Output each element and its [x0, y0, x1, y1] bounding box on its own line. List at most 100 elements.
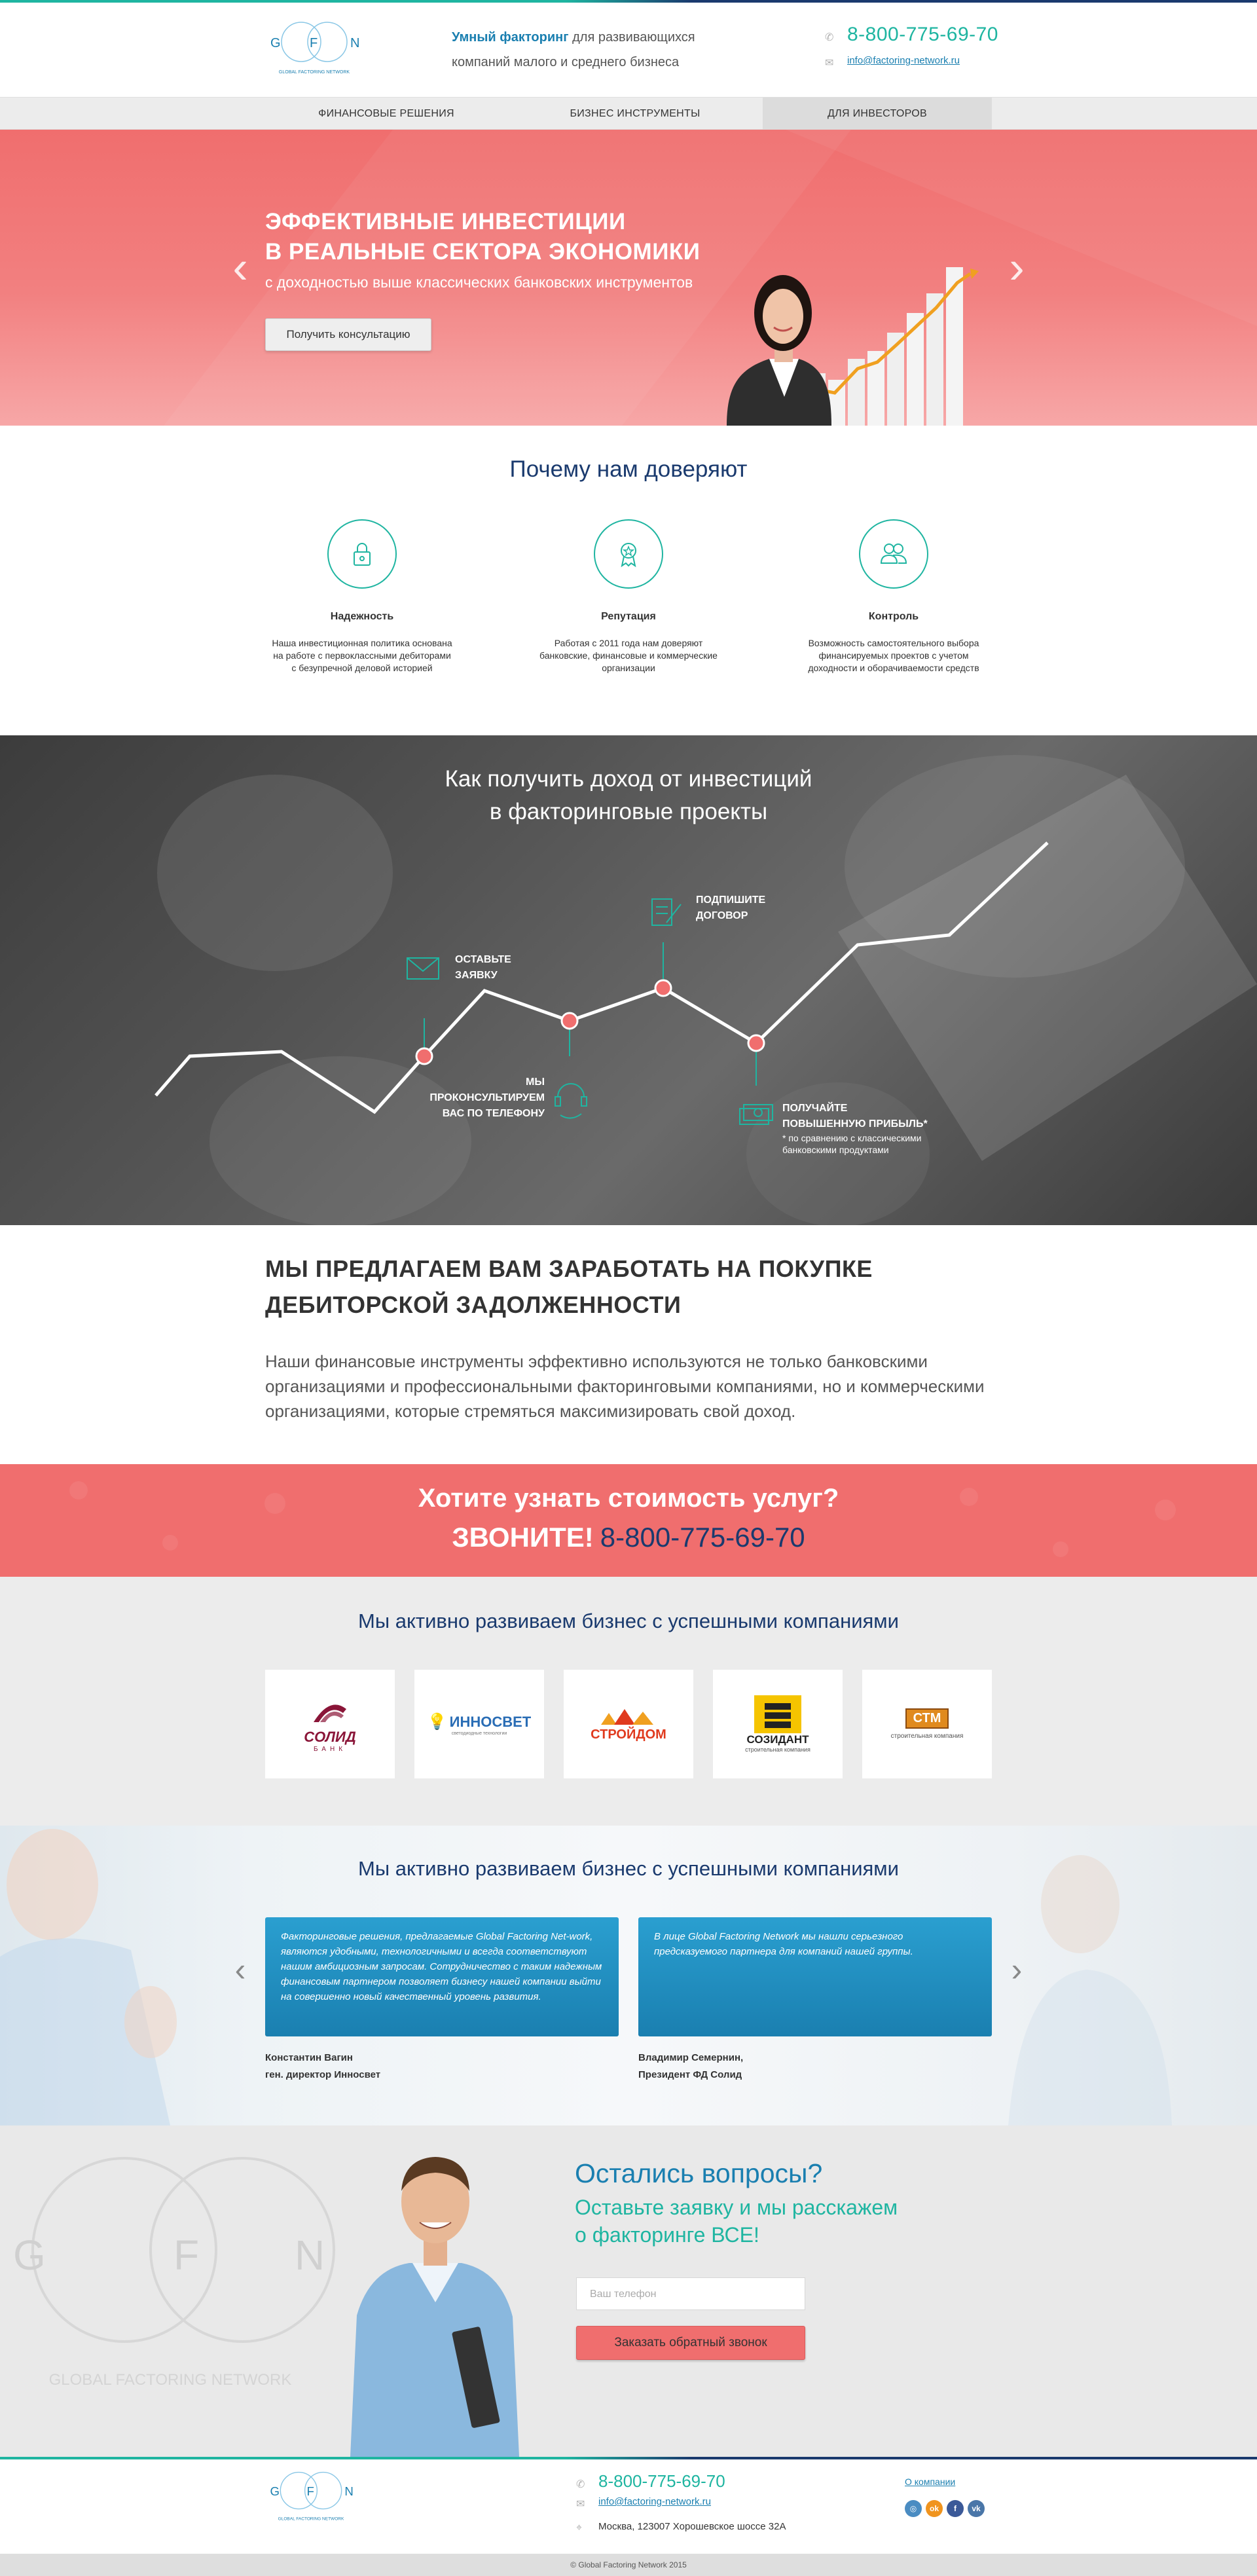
call-word: ЗВОНИТЕ! [452, 1522, 594, 1553]
offer-title-line2: ДЕБИТОРСКОЙ ЗАДОЛЖЕННОСТИ [265, 1291, 682, 1318]
how-it-works-section: Как получить доход от инвестиций в факто… [0, 735, 1257, 1225]
partner-sub-stm: строительная компания [890, 1733, 964, 1740]
partner-card-stm[interactable]: СТМ строительная компания [862, 1670, 992, 1778]
facebook-icon[interactable]: f [947, 2500, 964, 2517]
feature-reliability: Надежность Наша инвестиционная политика … [270, 519, 454, 674]
contract-sign-icon [651, 898, 682, 926]
feature-control-text: Возможность самостоятельного выбора фина… [808, 638, 979, 673]
steps-line-graphic [155, 841, 1049, 1125]
step1-line1: ОСТАВЬТЕ [455, 954, 511, 965]
reviews-prev-arrow[interactable]: ‹ [230, 1943, 250, 1996]
partner-name-innosvet: ИННОСВЕТ [449, 1713, 532, 1730]
review-author-1-role: ген. директор Инносвет [265, 2069, 381, 2080]
review-author-1-name: Константин Вагин [265, 2052, 353, 2063]
step4-note-line2: банковскими продуктами [782, 1145, 889, 1155]
header-phone[interactable]: ✆ 8-800-775-69-70 [825, 24, 998, 46]
tagline-line2: компаний малого и среднего бизнеса [452, 55, 680, 69]
bg-letter-g: G [13, 2232, 46, 2279]
trust-title: Почему нам доверяют [509, 456, 748, 482]
call-line: ЗВОНИТЕ! 8-800-775-69-70 [0, 1522, 1257, 1553]
step3-line1: ПОДПИШИТЕ [696, 894, 766, 906]
phone-icon: ✆ [825, 32, 834, 44]
logo-graphic: G F N GLOBAL FACTORING NETWORK [270, 22, 359, 75]
envelope-icon [407, 957, 439, 980]
step4-line1: ПОЛУЧАЙТЕ [782, 1103, 848, 1114]
header-email[interactable]: ✉ info@factoring-network.ru [825, 55, 960, 69]
nav-item-for-investors[interactable]: ДЛЯ ИНВЕСТОРОВ [763, 98, 992, 130]
call-banner: Хотите узнать стоимость услуг? ЗВОНИТЕ! 8… [0, 1464, 1257, 1577]
instagram-icon[interactable]: ◎ [905, 2500, 922, 2517]
nav-item-business-tools[interactable]: БИЗНЕС ИНСТРУМЕНТЫ [507, 98, 763, 130]
hero-next-arrow[interactable]: › [1007, 241, 1027, 293]
bg-letter-f: F [173, 2232, 199, 2279]
step2-line3: ВАС ПО ТЕЛЕФОНУ [442, 1108, 545, 1119]
footer-logo-letter-g: G [270, 2484, 280, 2498]
partner-name-solid: СОЛИД [304, 1728, 356, 1745]
reviews-next-arrow[interactable]: › [1007, 1943, 1027, 1996]
callback-button[interactable]: Заказать обратный звонок [576, 2326, 805, 2360]
contact-sub-line2a: о факторинге [575, 2223, 712, 2247]
main-nav: ФИНАНСОВЫЕ РЕШЕНИЯ БИЗНЕС ИНСТРУМЕНТЫ ДЛ… [0, 97, 1257, 130]
step1-line2: ЗАЯВКУ [455, 970, 498, 981]
partner-card-innosvet[interactable]: 💡 ИННОСВЕТ светодиодные технологии [414, 1670, 544, 1778]
partner-name-stroydom: СТРОЙДОМ [591, 1727, 666, 1742]
step2-line2: ПРОКОНСУЛЬТИРУЕМ [429, 1092, 545, 1103]
partner-name-stm: СТМ [905, 1708, 949, 1729]
partner-card-stroydom[interactable]: СТРОЙДОМ [564, 1670, 693, 1778]
footer-email-text: info@factoring-network.ru [598, 2496, 711, 2507]
consultation-button[interactable]: Получить консультацию [265, 318, 431, 351]
call-bg-pattern [69, 1481, 1176, 1557]
award-icon [594, 519, 663, 589]
step2-line1: МЫ [526, 1076, 545, 1088]
footer-phone-icon: ✆ [576, 2479, 585, 2491]
logo-letter-g: G [270, 36, 281, 50]
headset-icon [555, 1083, 587, 1119]
hero-prev-arrow[interactable]: ‹ [230, 241, 250, 293]
phone-input[interactable]: Ваш телефон [576, 2277, 805, 2310]
footer-phone-main: 775-69-70 [647, 2471, 725, 2491]
review-author-2-name: Владимир Семернин, [638, 2052, 744, 2063]
footer-accent-line [0, 2457, 1257, 2459]
partner-card-sozidant[interactable]: СОЗИДАНТ строительная компания [713, 1670, 843, 1778]
hero-illustration [727, 267, 979, 426]
review-author-2: Владимир Семернин, Президент ФД Солид [638, 2050, 743, 2084]
partner-sub-solid: БАНК [313, 1745, 347, 1753]
contact-sub-line2b: ВСЕ! [711, 2223, 759, 2247]
call-phone[interactable]: 8-800-775-69-70 [600, 1522, 805, 1553]
odnoklassniki-icon[interactable]: ok [926, 2500, 943, 2517]
solid-logo-icon [314, 1704, 346, 1722]
bg-letter-n: N [295, 2232, 325, 2279]
offer-text: Наши финансовые инструменты эффективно и… [265, 1352, 985, 1421]
feature-reputation: Репутация Работая с 2011 года нам доверя… [537, 519, 720, 674]
sozidant-logo-icon [754, 1695, 801, 1733]
people-icon [859, 519, 928, 589]
nav-item-financial-solutions[interactable]: ФИНАНСОВЫЕ РЕШЕНИЯ [265, 98, 507, 130]
phone-main: 775-69-70 [905, 24, 998, 45]
site-logo[interactable]: G F N GLOBAL FACTORING NETWORK [265, 18, 363, 77]
footer-logo-graphic: G F N GLOBAL FACTORING NETWORK [270, 2471, 354, 2521]
footer-address-text: Москва, 123007 Хорошевское шоссе 32А [598, 2521, 786, 2532]
top-accent-line [0, 0, 1257, 3]
logo-caption: GLOBAL FACTORING NETWORK [279, 70, 350, 75]
contact-subtitle: Оставьте заявку и мы расскажем о фактори… [575, 2194, 898, 2249]
step3-line2: ДОГОВОР [696, 910, 748, 921]
contact-section: G F N GLOBAL FACTORING NETWORK Остались … [0, 2125, 1257, 2457]
partner-card-solid[interactable]: СОЛИД БАНК [265, 1670, 395, 1778]
footer-phone[interactable]: ✆ 8-800-775-69-70 [576, 2471, 725, 2492]
partner-sub-innosvet: светодиодные технологии [451, 1731, 507, 1736]
review-author-2-role: Президент ФД Солид [638, 2069, 742, 2080]
footer-logo[interactable]: G F N GLOBAL FACTORING NETWORK [265, 2469, 357, 2524]
step4-note-line1: * по сравнению с классическими [782, 1133, 922, 1143]
footer-email[interactable]: ✉ info@factoring-network.ru [576, 2496, 711, 2510]
vk-icon[interactable]: vk [968, 2500, 985, 2517]
map-pin-icon: ⌖ [576, 2522, 583, 2534]
step-phone-consultation: МЫ ПРОКОНСУЛЬТИРУЕМ ВАС ПО ТЕЛЕФОНУ [419, 1075, 545, 1122]
about-company-link[interactable]: О компании [905, 2476, 955, 2487]
reviews-section: Мы активно развиваем бизнес с успешными … [0, 1826, 1257, 2125]
tagline-bold: Умный факторинг [452, 30, 569, 45]
contact-bg-logo: G F N GLOBAL FACTORING NETWORK [13, 2157, 335, 2389]
feature-reliability-text: Наша инвестиционная политика основана на… [272, 638, 452, 673]
call-question: Хотите узнать стоимость услуг? [418, 1484, 839, 1513]
contact-title: Остались вопросы? [575, 2158, 823, 2188]
footer-phone-prefix: 8-800- [598, 2471, 648, 2491]
